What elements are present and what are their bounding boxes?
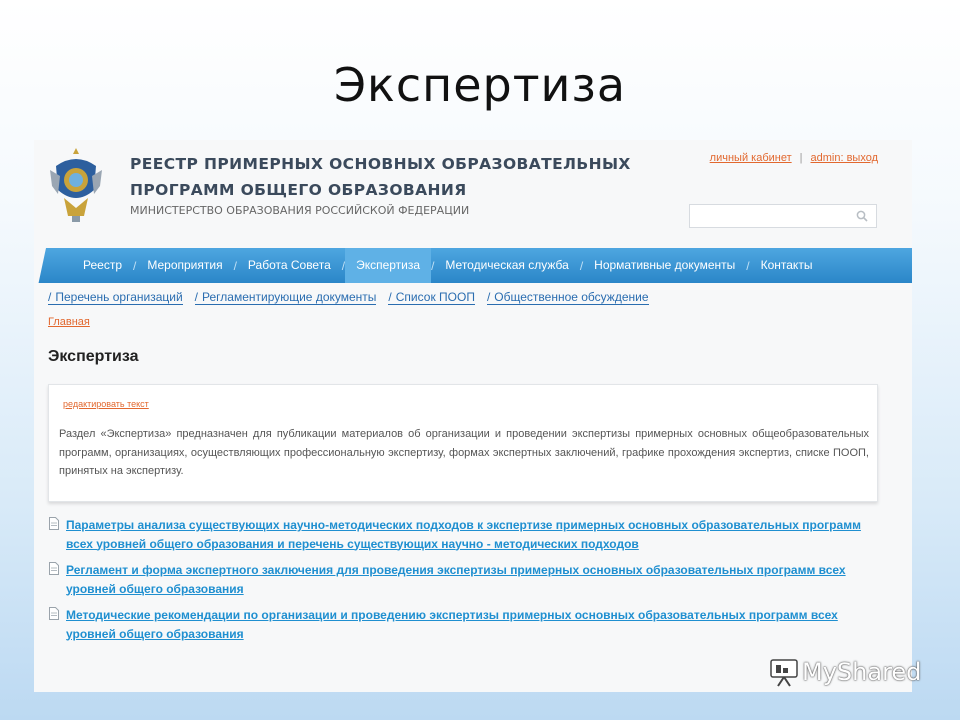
site-title-line1: РЕЕСТР ПРИМЕРНЫХ ОСНОВНЫХ ОБРАЗОВАТЕЛЬНЫ… (130, 155, 631, 173)
website-screenshot: РЕЕСТР ПРИМЕРНЫХ ОСНОВНЫХ ОБРАЗОВАТЕЛЬНЫ… (34, 140, 912, 692)
nav-item-council-work[interactable]: Работа Совета (237, 248, 342, 283)
nav-item-registry[interactable]: Реестр (72, 248, 133, 283)
personal-cabinet-link[interactable]: личный кабинет (710, 152, 792, 164)
nav-item-contacts[interactable]: Контакты (750, 248, 824, 283)
document-link[interactable]: Регламент и форма экспертного заключения… (66, 563, 846, 596)
document-link[interactable]: Методические рекомендации по организации… (66, 608, 838, 641)
nav-item-events[interactable]: Мероприятия (136, 248, 233, 283)
breadcrumb-home[interactable]: Главная (48, 316, 90, 328)
nav-item-expertise[interactable]: Экспертиза (345, 248, 432, 283)
site-title-line2: ПРОГРАММ ОБЩЕГО ОБРАЗОВАНИЯ (130, 181, 467, 199)
subnav-item-poop-list[interactable]: / Список ПООП (388, 290, 475, 305)
account-links: личный кабинет | admin: выход (710, 152, 878, 164)
main-navigation: Реестр / Мероприятия / Работа Совета / Э… (34, 248, 912, 283)
subnav-item-organizations[interactable]: / Перечень организаций (48, 290, 183, 305)
watermark-text: MyShared (802, 658, 922, 686)
document-link[interactable]: Параметры анализа существующих научно-ме… (66, 518, 861, 551)
edit-text-link[interactable]: редактировать текст (63, 399, 149, 409)
account-separator: | (799, 152, 803, 164)
subnav-item-public-discussion[interactable]: / Общественное обсуждение (486, 290, 649, 305)
section-description: Раздел «Экспертиза» предназначен для пуб… (59, 428, 869, 477)
document-icon (49, 562, 59, 575)
document-list: Параметры анализа существующих научно-ме… (48, 516, 876, 651)
document-icon (49, 517, 59, 530)
search-input[interactable] (689, 204, 877, 228)
description-panel: редактировать текст Раздел «Экспертиза» … (48, 384, 878, 502)
document-icon (49, 607, 59, 620)
nav-item-methodical-service[interactable]: Методическая служба (434, 248, 579, 283)
presentation-icon (770, 659, 798, 687)
site-title: РЕЕСТР ПРИМЕРНЫХ ОСНОВНЫХ ОБРАЗОВАТЕЛЬНЫ… (130, 151, 650, 203)
watermark: MyShared (768, 656, 921, 688)
search-icon[interactable] (856, 210, 868, 222)
nav-item-normative-documents[interactable]: Нормативные документы (583, 248, 746, 283)
list-item: Методические рекомендации по организации… (48, 606, 876, 643)
list-item: Регламент и форма экспертного заключения… (48, 561, 876, 598)
page-title: Экспертиза (48, 348, 139, 365)
slide-title: Экспертиза (333, 58, 627, 112)
emblem-logo (50, 148, 102, 222)
ministry-subtitle: МИНИСТЕРСТВО ОБРАЗОВАНИЯ РОССИЙСКОЙ ФЕДЕ… (130, 204, 470, 217)
subnav-item-regulatory-docs[interactable]: / Регламентирующие документы (194, 290, 377, 305)
logout-link[interactable]: admin: выход (811, 152, 879, 164)
sub-navigation: / Перечень организаций / Регламентирующие … (48, 290, 661, 305)
list-item: Параметры анализа существующих научно-ме… (48, 516, 876, 553)
